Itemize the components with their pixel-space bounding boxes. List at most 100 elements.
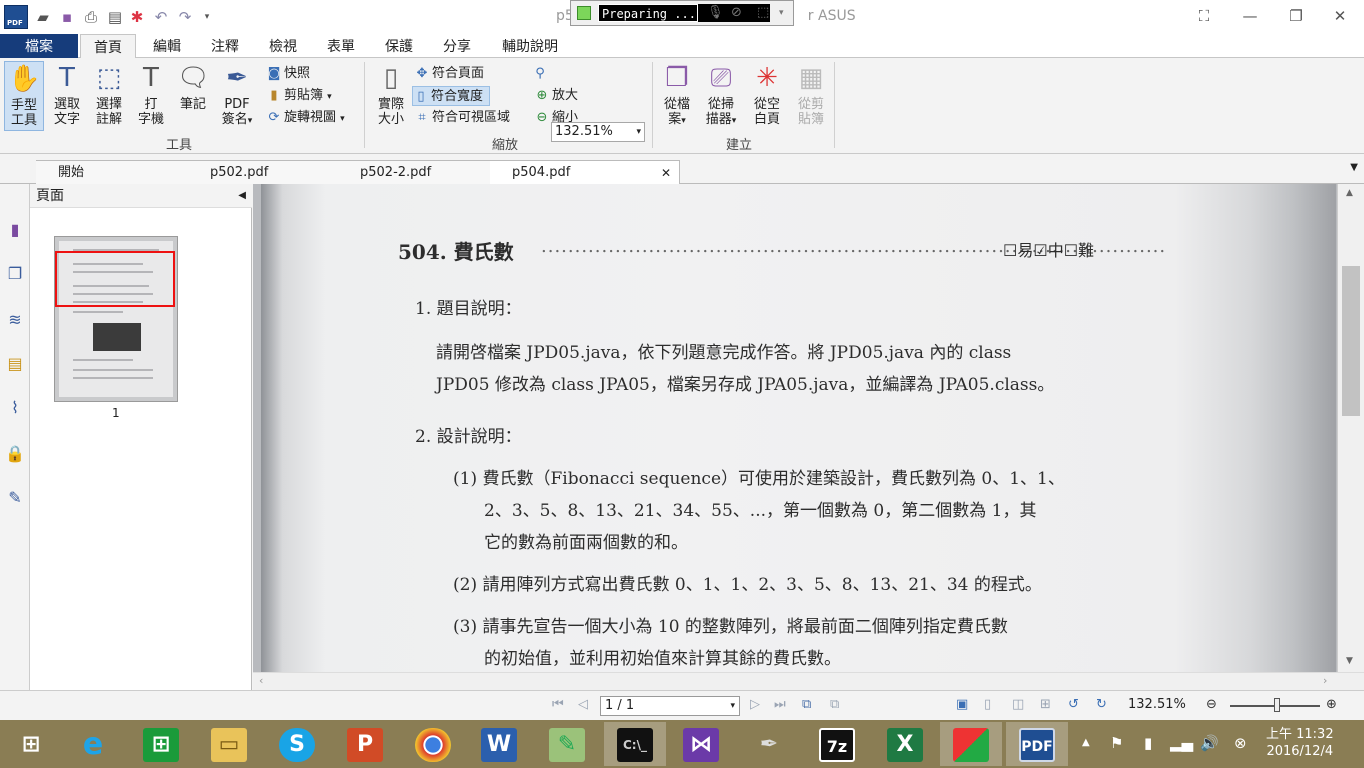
- taskbar-7zip[interactable]: 7z: [806, 722, 868, 766]
- taskbar-word[interactable]: W: [468, 722, 530, 766]
- signature-icon[interactable]: ✎: [5, 488, 25, 510]
- zoom-in-button[interactable]: ⊕ 放大: [534, 86, 578, 106]
- taskbar-store[interactable]: ⊞: [130, 722, 192, 766]
- tray-expand-icon[interactable]: ▲: [1082, 737, 1090, 748]
- tab-share[interactable]: 分享: [432, 34, 482, 58]
- comments-icon[interactable]: ▤: [5, 354, 25, 376]
- volume-icon[interactable]: 🔊: [1200, 734, 1219, 752]
- taskbar-ie[interactable]: e: [62, 722, 124, 766]
- doc-tab-start[interactable]: 開始: [36, 160, 194, 184]
- first-page-icon[interactable]: ⏮: [552, 697, 564, 712]
- bookmark-icon[interactable]: ▮: [5, 220, 25, 242]
- flag-icon[interactable]: ⚑: [1110, 734, 1123, 752]
- zoom-in-icon[interactable]: ⊕: [1326, 697, 1337, 712]
- create-blank-page-button[interactable]: ✳ 從空 白頁: [746, 61, 788, 131]
- tab-file[interactable]: 檔案: [0, 34, 78, 58]
- collapse-panel-icon[interactable]: ◀: [238, 184, 246, 208]
- clipboard-button[interactable]: ▮ 剪貼簿 ▾: [266, 86, 331, 106]
- minimize-button[interactable]: —: [1238, 6, 1262, 26]
- snapshot-button[interactable]: ◙ 快照: [266, 64, 310, 84]
- new-icon[interactable]: ✱: [128, 8, 146, 26]
- close-button[interactable]: ✕: [1328, 6, 1352, 26]
- tab-home[interactable]: 首頁: [80, 34, 136, 59]
- pdf-sign-button[interactable]: ✒ PDF 簽名▾: [214, 61, 260, 131]
- scroll-up-icon[interactable]: ▲: [1346, 188, 1353, 198]
- tab-help[interactable]: 輔助說明: [492, 34, 568, 58]
- undo-icon[interactable]: ↶: [152, 8, 170, 26]
- close-tab-icon[interactable]: ✕: [661, 161, 671, 185]
- app-logo-icon[interactable]: [4, 5, 28, 29]
- camera-off-icon[interactable]: ⊘: [731, 5, 742, 20]
- tab-protect[interactable]: 保護: [374, 34, 424, 58]
- taskbar-notepadpp[interactable]: ✎: [536, 722, 598, 766]
- taskbar-windows-app[interactable]: [940, 722, 1002, 766]
- create-from-scanner-button[interactable]: ⎚ 從掃 描器▾: [700, 61, 742, 131]
- next-page-icon[interactable]: ▷: [750, 697, 760, 712]
- taskbar-explorer[interactable]: ▭: [198, 722, 260, 766]
- fit-page-button[interactable]: ✥ 符合頁面: [414, 64, 484, 84]
- qa-menu-icon[interactable]: ▾: [198, 8, 216, 26]
- single-page-icon[interactable]: ▣: [956, 697, 968, 712]
- horizontal-scrollbar[interactable]: ‹ ›: [253, 672, 1364, 690]
- fit-visible-button[interactable]: ⌗ 符合可視區域: [414, 108, 510, 128]
- pages-icon[interactable]: ❐: [5, 264, 25, 286]
- visible-area-highlight[interactable]: [55, 251, 175, 307]
- hand-tool-button[interactable]: ✋ 手型 工具: [4, 61, 44, 131]
- select-annotation-button[interactable]: ⬚ 選擇 註解: [88, 61, 130, 131]
- taskbar-chrome[interactable]: [402, 722, 464, 766]
- attachment-icon[interactable]: ⌇: [5, 398, 25, 420]
- properties-icon[interactable]: ▤: [106, 8, 124, 26]
- fullscreen-icon[interactable]: ⛶: [1192, 6, 1216, 26]
- page-thumbnail[interactable]: [54, 236, 178, 402]
- tab-list-menu-icon[interactable]: ▼: [1350, 162, 1358, 173]
- vertical-scrollbar[interactable]: ▲ ▼: [1337, 184, 1364, 672]
- zoom-slider-handle[interactable]: [1274, 698, 1280, 712]
- taskbar-quill[interactable]: ✒: [738, 722, 800, 766]
- tab-view[interactable]: 檢視: [258, 34, 308, 58]
- doc-tab-p502[interactable]: p502.pdf: [188, 160, 344, 184]
- fit-width-button[interactable]: ▯ 符合寬度: [412, 86, 491, 106]
- zoom-out-button[interactable]: ⊖ 縮小: [534, 108, 578, 128]
- notification-icon[interactable]: ⊗: [1234, 734, 1247, 752]
- scrollbar-thumb[interactable]: [1342, 266, 1360, 416]
- facing-page-icon[interactable]: ◫: [1012, 697, 1024, 712]
- continuous-facing-icon[interactable]: ⊞: [1040, 697, 1051, 712]
- create-from-clipboard-button[interactable]: ▦ 從剪 貼簿: [790, 61, 832, 131]
- continuous-page-icon[interactable]: ▯: [984, 697, 991, 712]
- lock-icon[interactable]: 🔒: [5, 444, 25, 466]
- page-number-input[interactable]: 1 / 1 ▾: [600, 696, 740, 716]
- typewriter-button[interactable]: T 打 字機: [130, 61, 172, 131]
- redo-icon[interactable]: ↷: [176, 8, 194, 26]
- signal-icon[interactable]: ▂▄: [1170, 734, 1193, 752]
- taskbar-cmd[interactable]: C:\_: [604, 722, 666, 766]
- region-select-icon[interactable]: ⬚: [757, 5, 769, 20]
- select-text-button[interactable]: T 選取 文字: [46, 61, 88, 131]
- rotate-right-icon[interactable]: ↻: [1096, 697, 1107, 712]
- document-view[interactable]: 504. 費氏數 ...............................…: [253, 184, 1345, 672]
- record-indicator-icon[interactable]: [577, 6, 591, 20]
- print-icon[interactable]: ⎙: [82, 8, 100, 26]
- tab-edit[interactable]: 編輯: [142, 34, 192, 58]
- start-button[interactable]: ⊞: [0, 722, 62, 766]
- scroll-left-icon[interactable]: ‹: [259, 674, 263, 687]
- rotate-left-icon[interactable]: ↺: [1068, 697, 1079, 712]
- note-button[interactable]: 🗨 筆記: [172, 61, 214, 131]
- taskbar-pdf-reader[interactable]: PDF: [1006, 722, 1068, 766]
- battery-icon[interactable]: ▮: [1144, 734, 1152, 752]
- create-from-file-button[interactable]: ❐ 從檔 案▾: [656, 61, 698, 131]
- microphone-icon[interactable]: 🎙: [707, 5, 724, 20]
- scroll-down-icon[interactable]: ▼: [1346, 656, 1353, 666]
- clock[interactable]: 上午 11:32 2016/12/4: [1266, 726, 1334, 760]
- rotate-view-button[interactable]: ⟳ 旋轉視圖 ▾: [266, 108, 345, 128]
- save-icon[interactable]: ▪: [58, 8, 76, 26]
- tab-form[interactable]: 表單: [316, 34, 366, 58]
- prev-page-icon[interactable]: ◁: [578, 697, 588, 712]
- taskbar-excel[interactable]: X: [874, 722, 936, 766]
- doc-tab-p502-2[interactable]: p502-2.pdf: [338, 160, 494, 184]
- actual-size-button[interactable]: ▯ 實際 大小: [370, 61, 412, 131]
- taskbar-visual-studio[interactable]: ⋈: [670, 722, 732, 766]
- prev-view-icon[interactable]: ⧉: [802, 697, 811, 712]
- next-view-icon[interactable]: ⧉: [830, 697, 839, 712]
- open-folder-icon[interactable]: ▰: [34, 8, 52, 26]
- tab-comment[interactable]: 注釋: [200, 34, 250, 58]
